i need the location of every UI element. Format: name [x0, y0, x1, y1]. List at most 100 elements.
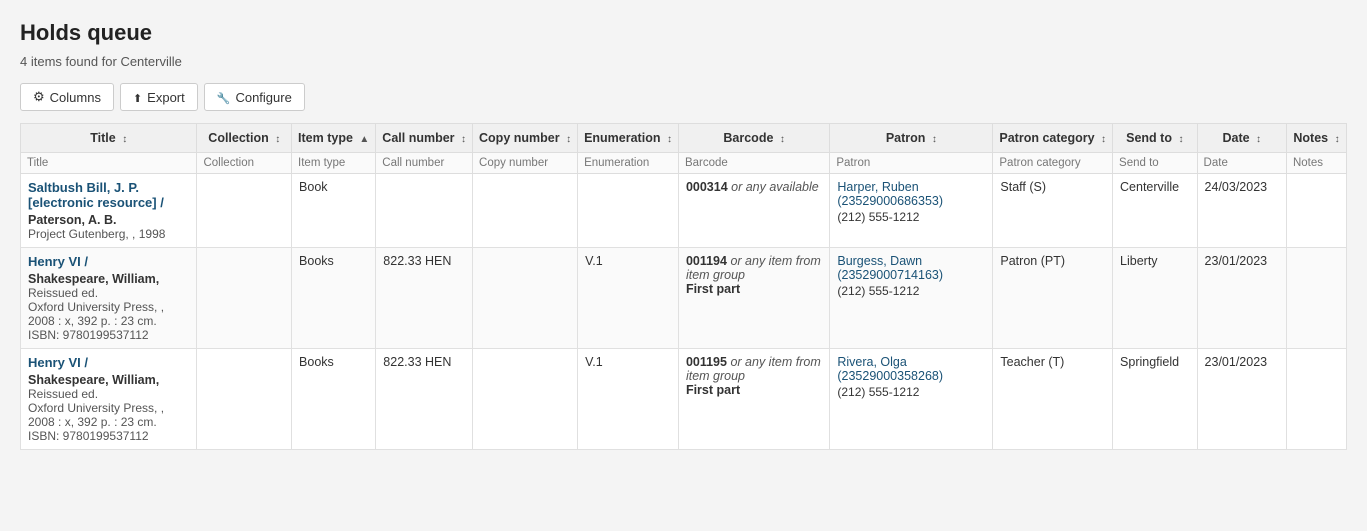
cell-send-to-0: Centerville [1113, 174, 1198, 248]
cell-date-1: 23/01/2023 [1197, 248, 1286, 349]
filter-date: Date [1197, 153, 1286, 174]
barcode-group: First part [686, 282, 740, 296]
cell-enumeration-1: V.1 [578, 248, 679, 349]
sort-arrow-patron: ↕ [932, 134, 937, 145]
cell-call-number-0 [376, 174, 473, 248]
patron-phone: (212) 555-1212 [837, 210, 985, 224]
cell-date-2: 23/01/2023 [1197, 349, 1286, 450]
cell-send-to-2: Springfield [1113, 349, 1198, 450]
cell-patron-category-2: Teacher (T) [993, 349, 1113, 450]
cell-patron-category-0: Staff (S) [993, 174, 1113, 248]
cell-send-to-1: Liberty [1113, 248, 1198, 349]
table-row: Henry VI / Shakespeare, William, Reissue… [21, 248, 1347, 349]
page-title: Holds queue [20, 20, 1347, 46]
page-subtitle: 4 items found for Centerville [20, 54, 1347, 69]
columns-button[interactable]: Columns [20, 83, 114, 111]
cell-title-1: Henry VI / Shakespeare, William, Reissue… [21, 248, 197, 349]
cell-collection-2 [197, 349, 292, 450]
barcode-note: or any available [731, 180, 819, 194]
cell-notes-1 [1286, 248, 1346, 349]
sort-arrow-patron-category: ↕ [1101, 134, 1106, 145]
barcode-number: 001195 [686, 355, 727, 369]
sort-arrow-send-to: ↕ [1178, 134, 1183, 145]
columns-label: Columns [50, 90, 101, 105]
patron-name-link[interactable]: Burgess, Dawn [837, 254, 922, 268]
filter-notes: Notes [1286, 153, 1346, 174]
th-notes[interactable]: Notes ↕ [1286, 124, 1346, 153]
cell-barcode-1: 001194 or any item from item groupFirst … [678, 248, 829, 349]
patron-phone: (212) 555-1212 [837, 284, 985, 298]
sort-arrow-item-type: ▲ [359, 134, 369, 145]
sort-arrow-notes: ↕ [1335, 134, 1340, 145]
cell-item-type-1: Books [292, 248, 376, 349]
export-icon [133, 90, 142, 105]
cell-item-type-0: Book [292, 174, 376, 248]
th-title[interactable]: Title ↕ [21, 124, 197, 153]
cell-patron-0: Harper, Ruben (23529000686353) (212) 555… [830, 174, 993, 248]
filter-enumeration: Enumeration [578, 153, 679, 174]
patron-phone: (212) 555-1212 [837, 385, 985, 399]
cell-call-number-2: 822.33 HEN [376, 349, 473, 450]
th-patron[interactable]: Patron ↕ [830, 124, 993, 153]
cell-patron-2: Rivera, Olga (23529000358268) (212) 555-… [830, 349, 993, 450]
wrench-icon [217, 90, 231, 105]
cell-barcode-2: 001195 or any item from item groupFirst … [678, 349, 829, 450]
cell-title-0: Saltbush Bill, J. P. [electronic resourc… [21, 174, 197, 248]
title-link[interactable]: Henry VI / [28, 355, 189, 370]
cell-patron-1: Burgess, Dawn (23529000714163) (212) 555… [830, 248, 993, 349]
title-meta: Project Gutenberg, , 1998 [28, 227, 189, 241]
th-send-to[interactable]: Send to ↕ [1113, 124, 1198, 153]
filter-copy-number: Copy number [473, 153, 578, 174]
title-author: Paterson, A. B. [28, 213, 189, 227]
th-barcode[interactable]: Barcode ↕ [678, 124, 829, 153]
export-label: Export [147, 90, 185, 105]
cell-notes-0 [1286, 174, 1346, 248]
patron-id-link[interactable]: (23529000686353) [837, 194, 943, 208]
cell-copy-number-1 [473, 248, 578, 349]
th-collection[interactable]: Collection ↕ [197, 124, 292, 153]
filter-item-type: Item type [292, 153, 376, 174]
title-author: Shakespeare, William, [28, 272, 189, 286]
th-copy-number[interactable]: Copy number ↕ [473, 124, 578, 153]
barcode-number: 001194 [686, 254, 727, 268]
title-meta: Reissued ed.Oxford University Press, , 2… [28, 387, 189, 443]
cell-barcode-0: 000314 or any available [678, 174, 829, 248]
configure-button[interactable]: Configure [204, 83, 305, 111]
barcode-group: First part [686, 383, 740, 397]
cell-enumeration-0 [578, 174, 679, 248]
patron-name-link[interactable]: Harper, Ruben [837, 180, 918, 194]
table-row: Henry VI / Shakespeare, William, Reissue… [21, 349, 1347, 450]
title-link[interactable]: Henry VI / [28, 254, 189, 269]
toolbar: Columns Export Configure [20, 83, 1347, 111]
gear-icon [33, 89, 45, 105]
patron-name-link[interactable]: Rivera, Olga [837, 355, 906, 369]
filter-patron-category: Patron category [993, 153, 1113, 174]
filter-title: Title [21, 153, 197, 174]
th-enumeration[interactable]: Enumeration ↕ [578, 124, 679, 153]
cell-patron-category-1: Patron (PT) [993, 248, 1113, 349]
th-item-type[interactable]: Item type ▲ [292, 124, 376, 153]
filter-send-to: Send to [1113, 153, 1198, 174]
configure-label: Configure [235, 90, 291, 105]
cell-enumeration-2: V.1 [578, 349, 679, 450]
barcode-number: 000314 [686, 180, 728, 194]
cell-item-type-2: Books [292, 349, 376, 450]
table-header-row: Title ↕ Collection ↕ Item type ▲ Call nu… [21, 124, 1347, 153]
title-author: Shakespeare, William, [28, 373, 189, 387]
sort-arrow-copy-number: ↕ [566, 134, 571, 145]
sort-arrow-date: ↕ [1256, 134, 1261, 145]
export-button[interactable]: Export [120, 83, 198, 111]
th-date[interactable]: Date ↕ [1197, 124, 1286, 153]
th-call-number[interactable]: Call number ↕ [376, 124, 473, 153]
sort-arrow-call-number: ↕ [461, 134, 466, 145]
title-meta: Reissued ed.Oxford University Press, , 2… [28, 286, 189, 342]
title-link[interactable]: Saltbush Bill, J. P. [electronic resourc… [28, 180, 189, 210]
table-row: Saltbush Bill, J. P. [electronic resourc… [21, 174, 1347, 248]
sort-arrow-enumeration: ↕ [667, 134, 672, 145]
sort-arrow-barcode: ↕ [780, 134, 785, 145]
filter-collection: Collection [197, 153, 292, 174]
patron-id-link[interactable]: (23529000714163) [837, 268, 943, 282]
patron-id-link[interactable]: (23529000358268) [837, 369, 943, 383]
filter-barcode: Barcode [678, 153, 829, 174]
th-patron-category[interactable]: Patron category ↕ [993, 124, 1113, 153]
